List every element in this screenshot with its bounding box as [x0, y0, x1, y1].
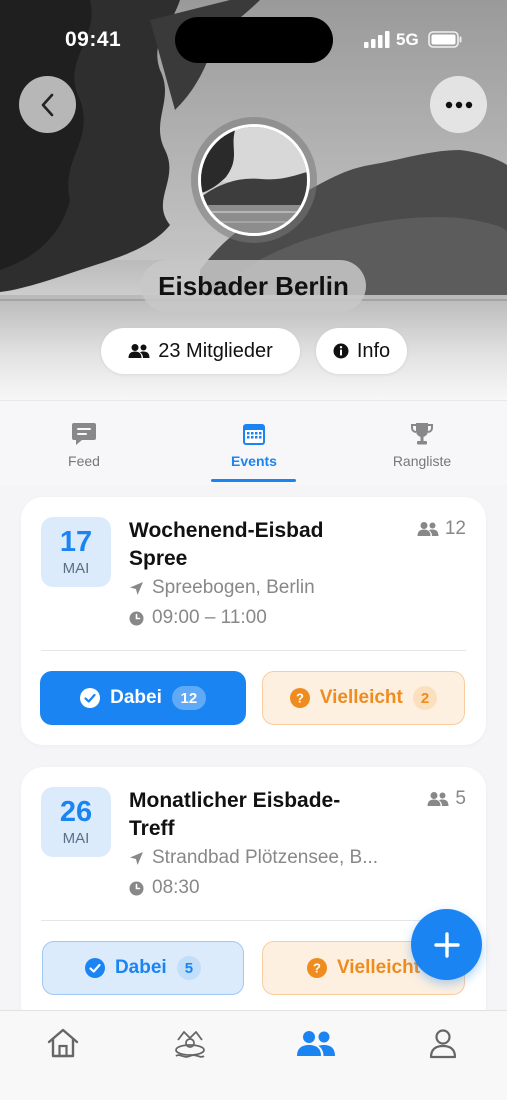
chat-bubble-icon [72, 423, 96, 445]
attend-label: Dabei [110, 687, 162, 708]
event-day: 26 [59, 796, 93, 828]
question-circle-icon: ? [306, 958, 327, 978]
more-dots-icon [445, 101, 472, 108]
nav-home[interactable] [33, 1023, 93, 1063]
people-icon [417, 522, 439, 536]
attend-count: 12 [171, 686, 206, 710]
question-circle-icon: ? [289, 688, 310, 708]
event-day: 17 [59, 526, 93, 558]
event-location-text: Spreebogen, Berlin [152, 577, 315, 598]
location-arrow-icon [130, 581, 143, 595]
clock-icon [129, 881, 144, 895]
info-label: Info [356, 339, 391, 362]
groups-icon [297, 1031, 335, 1056]
card-divider [41, 650, 466, 651]
event-card[interactable]: 17 MAI Wochenend-Eisbad Spree 12 Spreebo… [21, 497, 486, 745]
event-time-text: 09:00 – 11:00 [152, 607, 267, 628]
add-event-button[interactable] [411, 909, 482, 980]
nav-profile[interactable] [413, 1023, 473, 1063]
group-avatar-image [198, 124, 310, 236]
tab-bar: Feed Events Rangliste [0, 400, 507, 485]
event-location: Strandbad Plötzensee, B... [129, 847, 378, 869]
people-icon [128, 344, 150, 358]
info-button[interactable]: Info [316, 328, 407, 374]
maybe-label: Vielleicht [319, 687, 403, 708]
active-tab-indicator [211, 479, 296, 482]
calendar-icon [243, 424, 265, 445]
group-screen: 09:41 5G Eisbader Berlin 23 Mitglieder I… [0, 0, 507, 1100]
tab-ranking[interactable]: Rangliste [362, 421, 482, 469]
nav-swim[interactable] [160, 1023, 220, 1063]
event-title: Monatlicher Eisbade-Treff [129, 789, 341, 840]
tab-feed[interactable]: Feed [24, 421, 144, 469]
members-label: 23 Mitglieder [158, 339, 273, 362]
more-options-button[interactable] [430, 76, 487, 133]
attend-button[interactable]: Dabei 5 [42, 941, 244, 995]
home-icon [47, 1028, 79, 1058]
event-month: MAI [62, 830, 90, 847]
signal-icon [364, 31, 390, 48]
event-location-text: Strandbad Plötzensee, B... [152, 847, 379, 868]
status-time: 09:41 [65, 28, 122, 51]
swimmer-icon [175, 1031, 205, 1058]
event-participant-count: 5 [427, 788, 466, 810]
tab-events-label: Events [231, 453, 277, 469]
profile-icon [429, 1029, 457, 1059]
back-button[interactable] [19, 76, 76, 133]
group-title: Eisbader Berlin [141, 260, 366, 312]
attend-button[interactable]: Dabei 12 [40, 671, 246, 725]
attend-label: Dabei [114, 957, 167, 978]
maybe-button[interactable]: ? Vielleicht 2 [262, 671, 465, 725]
tab-ranking-label: Rangliste [392, 453, 452, 469]
location-arrow-icon [130, 851, 143, 865]
attend-count: 5 [176, 956, 202, 980]
event-date: 26 MAI [41, 787, 111, 857]
maybe-count: 2 [412, 686, 438, 710]
dynamic-island [175, 17, 333, 63]
network-label: 5G [396, 30, 419, 49]
event-time: 08:30 [129, 877, 200, 899]
participant-count-value: 12 [444, 518, 466, 539]
event-time: 09:00 – 11:00 [129, 607, 267, 629]
event-date: 17 MAI [41, 517, 111, 587]
nav-groups[interactable] [286, 1023, 346, 1063]
status-bar: 09:41 5G [0, 0, 507, 80]
clock-icon [129, 611, 144, 625]
plus-icon [433, 931, 460, 958]
chevron-left-icon [41, 93, 53, 116]
event-card[interactable]: 26 MAI Monatlicher Eisbade-Treff 5 Stran… [21, 767, 486, 1027]
event-title: Wochenend-Eisbad Spree [129, 519, 324, 570]
group-avatar [191, 117, 317, 243]
tab-events[interactable]: Events [194, 421, 314, 469]
battery-icon [428, 31, 462, 48]
group-header: 09:41 5G Eisbader Berlin 23 Mitglieder I… [0, 0, 507, 400]
maybe-label: Vielleicht [336, 957, 421, 978]
members-button[interactable]: 23 Mitglieder [101, 328, 300, 374]
svg-text:?: ? [313, 961, 321, 976]
card-divider [41, 920, 466, 921]
event-time-text: 08:30 [152, 877, 200, 898]
check-circle-icon [80, 688, 101, 708]
trophy-icon [411, 423, 433, 445]
tab-feed-label: Feed [68, 453, 100, 469]
event-location: Spreebogen, Berlin [129, 577, 315, 599]
participant-count-value: 5 [455, 788, 466, 809]
bottom-navigation [0, 1010, 507, 1100]
event-participant-count: 12 [417, 518, 466, 540]
people-icon [427, 792, 449, 806]
check-circle-icon [84, 958, 105, 978]
event-month: MAI [62, 560, 90, 577]
info-icon [333, 343, 349, 359]
svg-text:?: ? [296, 691, 304, 706]
